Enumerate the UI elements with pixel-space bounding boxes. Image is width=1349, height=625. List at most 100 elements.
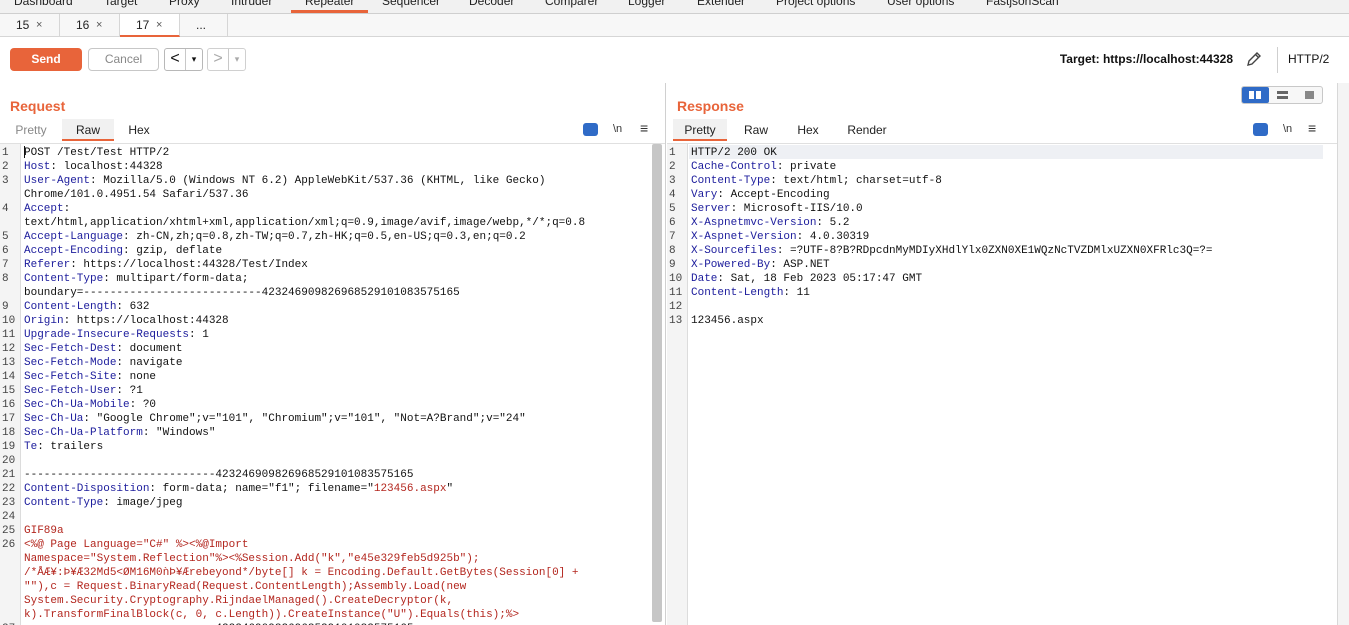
response-tab-hex[interactable]: Hex <box>785 119 831 141</box>
line-text: Sec-Fetch-Mode: navigate <box>24 356 182 370</box>
line-text: Accept-Encoding: gzip, deflate <box>24 244 222 258</box>
response-line: 4 Vary: Accept-Encoding <box>667 188 1337 202</box>
tool-tab-comparer[interactable]: Comparer <box>545 0 598 8</box>
tool-tab-project-options[interactable]: Project options <box>776 0 855 8</box>
line-number: 16 <box>2 399 16 411</box>
response-tab-pretty[interactable]: Pretty <box>673 119 727 141</box>
request-line: 3 User-Agent: Mozilla/5.0 (Windows NT 6.2… <box>0 174 665 188</box>
tool-tab-logger[interactable]: Logger <box>628 0 665 8</box>
line-text: Sec-Fetch-User: ?1 <box>24 384 143 398</box>
header-name: Host <box>24 161 51 173</box>
header-value: : https://localhost:44328/Test/Index <box>70 259 308 271</box>
repeater-toolbar: Send Cancel < ▾ > ▾ Target: https://loca… <box>0 37 1349 83</box>
close-tab-icon[interactable]: × <box>96 14 102 37</box>
forward-dropdown-icon[interactable]: ▾ <box>228 49 245 70</box>
header-value: : 632 <box>116 301 150 313</box>
back-dropdown-icon[interactable]: ▾ <box>185 49 202 70</box>
tool-tab-target[interactable]: Target <box>104 0 137 8</box>
cancel-button[interactable]: Cancel <box>88 48 159 71</box>
response-wrap-lines-icon[interactable] <box>1253 123 1268 136</box>
line-number: 22 <box>2 483 16 495</box>
request-wrap-lines-icon[interactable] <box>583 123 598 136</box>
header-value: : 11 <box>783 287 810 299</box>
layout-side-by-side-icon[interactable] <box>1242 87 1269 103</box>
line-text: POST /Test/Test HTTP/2 <box>24 146 169 160</box>
request-line: 22 Content-Disposition: form-data; name="… <box>0 482 665 496</box>
line-number: 15 <box>2 385 16 397</box>
back-arrow-icon[interactable]: < <box>165 49 185 70</box>
history-forward-control[interactable]: > ▾ <box>207 48 246 71</box>
repeater-tab-16[interactable]: 16 × <box>60 14 120 37</box>
tool-tab-dashboard[interactable]: Dashboard <box>14 0 73 8</box>
inspector-sidebar-collapsed[interactable] <box>1337 83 1349 625</box>
request-tab-pretty[interactable]: Pretty <box>6 119 56 141</box>
edit-target-pencil-icon[interactable] <box>1244 49 1264 69</box>
request-menu-icon[interactable]: ≡ <box>640 120 648 136</box>
line-text: User-Agent: Mozilla/5.0 (Windows NT 6.2)… <box>24 174 546 188</box>
send-button[interactable]: Send <box>10 48 82 71</box>
tool-tab-repeater[interactable]: Repeater <box>305 0 354 8</box>
close-tab-icon[interactable]: × <box>36 14 42 37</box>
line-number: 11 <box>669 287 683 299</box>
request-line: 12 Sec-Fetch-Dest: document <box>0 342 665 356</box>
line-text: Cache-Control: private <box>691 160 836 174</box>
tool-tab-fastjsonscan[interactable]: FastjsonScan <box>986 0 1059 8</box>
request-line: 19 Te: trailers <box>0 440 665 454</box>
active-tool-tab-indicator <box>291 10 368 13</box>
header-value-tail: " <box>446 483 454 495</box>
http-protocol-toggle[interactable]: HTTP/2 <box>1288 52 1329 66</box>
line-number: 8 <box>669 245 676 257</box>
header-value: : Sat, 18 Feb 2023 05:17:47 GMT <box>717 273 923 285</box>
request-tab-raw[interactable]: Raw <box>62 119 114 141</box>
highlighted-value: k).TransformFinalBlock(c, 0, c.Length)).… <box>24 609 520 621</box>
tool-tab-user-options[interactable]: User options <box>887 0 954 8</box>
header-value: POST /Test/Test HTTP/2 <box>24 147 170 159</box>
request-line: 23 Content-Type: image/jpeg <box>0 496 665 510</box>
request-newline-toggle[interactable]: \n <box>613 123 622 135</box>
line-number: 6 <box>669 217 676 229</box>
header-name: Cache-Control <box>691 161 777 173</box>
header-name: Content-Length <box>691 287 784 299</box>
request-editor[interactable]: 1 POST /Test/Test HTTP/2 2 Host: localhost:… <box>0 143 665 625</box>
response-line: 1 HTTP/2 200 OK <box>667 146 1337 160</box>
history-back-control[interactable]: < ▾ <box>164 48 203 71</box>
response-tab-render[interactable]: Render <box>839 119 895 141</box>
repeater-tab-more[interactable]: ... <box>180 14 228 37</box>
request-tab-hex[interactable]: Hex <box>116 119 162 141</box>
line-text: k).TransformFinalBlock(c, 0, c.Length)).… <box>24 608 519 622</box>
tool-tab-sequencer[interactable]: Sequencer <box>382 0 440 8</box>
close-tab-icon[interactable]: × <box>156 14 162 37</box>
response-editor[interactable]: 1 HTTP/2 200 OK 2 Cache-Control: private 3 Co… <box>667 143 1337 625</box>
line-text: Accept: <box>24 202 70 216</box>
repeater-tab-15[interactable]: 15 × <box>0 14 60 37</box>
header-value: Chrome/101.0.4951.54 Safari/537.36 <box>24 189 249 201</box>
header-name: X-Aspnet-Version <box>691 231 797 243</box>
forward-arrow-icon[interactable]: > <box>208 49 228 70</box>
request-line: System.Security.Cryptography.RijndaelMan… <box>0 594 665 608</box>
tool-tab-extender[interactable]: Extender <box>697 0 745 8</box>
highlighted-value: /*ÅÆ¥:Þ¥Æ32Md5<ØM16M0ǹÞ¥Ærebeyond*/byte[… <box>24 567 579 579</box>
header-value: : 1 <box>189 329 209 341</box>
line-text: Content-Type: image/jpeg <box>24 496 182 510</box>
line-number: 6 <box>2 245 9 257</box>
response-tab-raw[interactable]: Raw <box>733 119 779 141</box>
response-newline-toggle[interactable]: \n <box>1283 123 1292 135</box>
layout-tabbed-icon[interactable] <box>1296 87 1323 103</box>
highlighted-value: 123456.aspx <box>373 483 447 495</box>
tool-tab-proxy[interactable]: Proxy <box>169 0 200 8</box>
header-name: Sec-Fetch-Site <box>24 371 117 383</box>
repeater-tab-17[interactable]: 17 × <box>120 14 180 37</box>
tool-tab-intruder[interactable]: Intruder <box>231 0 272 8</box>
panel-layout-toggle[interactable] <box>1241 86 1323 104</box>
line-number: 3 <box>2 175 9 187</box>
header-value: : zh-CN,zh;q=0.8,zh-TW;q=0.7,zh-HK;q=0.5… <box>123 231 526 243</box>
header-value: : Microsoft-IIS/10.0 <box>730 203 863 215</box>
header-name: Te <box>24 441 38 453</box>
response-menu-icon[interactable]: ≡ <box>1308 120 1316 136</box>
header-value: : form-data; name="f1"; filename=" <box>149 483 374 495</box>
tool-tab-decoder[interactable]: Decoder <box>469 0 514 8</box>
layout-stacked-icon[interactable] <box>1269 87 1296 103</box>
line-number: 4 <box>669 189 676 201</box>
request-line: 2 Host: localhost:44328 <box>0 160 665 174</box>
header-name: X-Sourcefiles <box>691 245 777 257</box>
